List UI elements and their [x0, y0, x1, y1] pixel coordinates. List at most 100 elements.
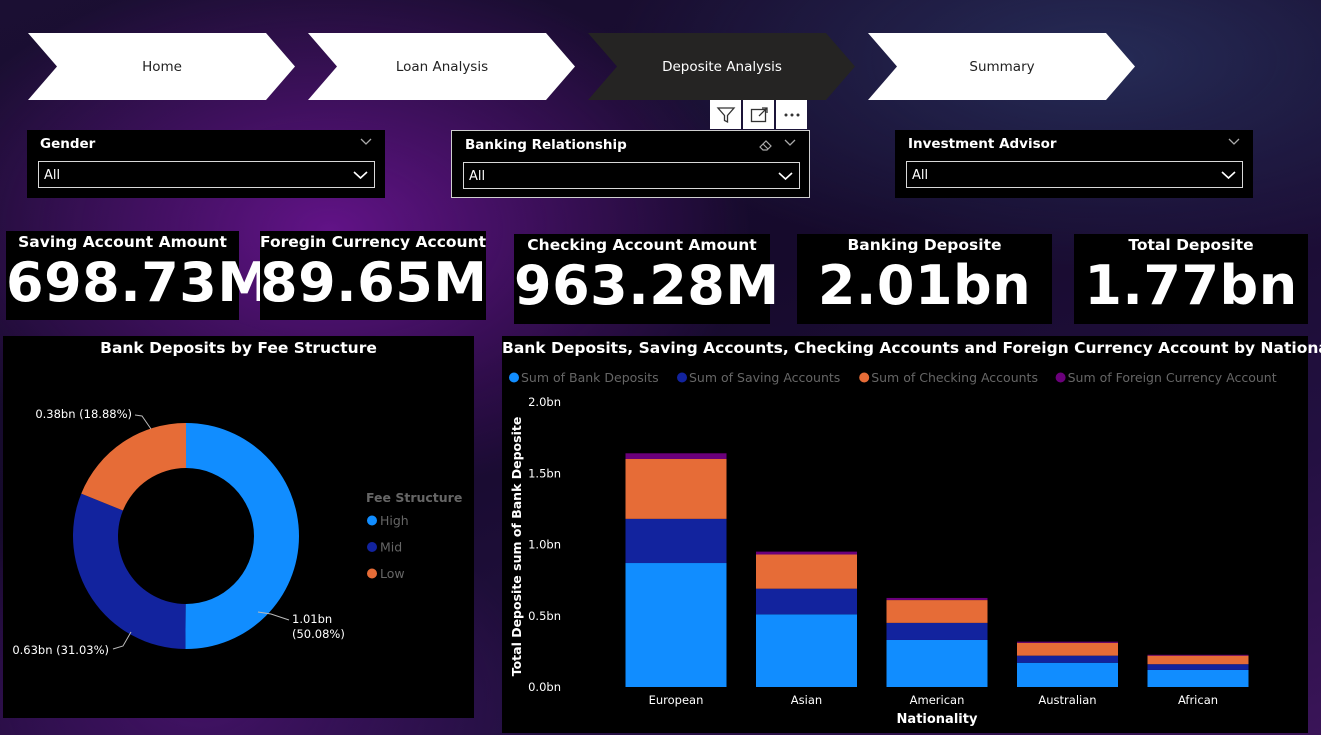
- nav-label-deposite-analysis: Deposite Analysis: [662, 58, 782, 75]
- bar-segment-american[interactable]: [886, 622, 988, 640]
- kpi-value: 1.77bn: [1084, 254, 1298, 317]
- bar-segment-african[interactable]: [1147, 664, 1249, 670]
- donut-data-label: 1.01bn (50.08%): [292, 612, 345, 641]
- more-options-icon[interactable]: [776, 100, 807, 129]
- banking-deposite-card[interactable]: Banking Deposite 2.01bn: [797, 234, 1052, 324]
- legend-item-low[interactable]: Low: [380, 566, 405, 581]
- donut-leader-line: [134, 414, 152, 430]
- foreign-currency-account-card[interactable]: Foregin Currency Account 89.65M: [260, 231, 488, 320]
- bar-segment-asian[interactable]: [756, 554, 857, 589]
- nav-loan-analysis-button[interactable]: Loan Analysis: [308, 33, 576, 100]
- x-tick-label: Asian: [791, 693, 822, 707]
- investment-advisor-dropdown[interactable]: All: [906, 161, 1243, 188]
- investment-advisor-slicer-title: Investment Advisor: [908, 136, 1057, 152]
- filter-icon[interactable]: [710, 100, 741, 129]
- bar-legend-item[interactable]: Sum of Bank Deposits: [521, 370, 659, 385]
- kpi-value: 698.73M: [6, 251, 272, 314]
- y-tick-label: 1.5bn: [528, 466, 561, 480]
- bar-segment-american[interactable]: [886, 600, 988, 623]
- donut-chart: 1.01bn (50.08%) 0.63bn (31.03%) 0.38bn (18.…: [12, 407, 462, 657]
- nav-summary-button[interactable]: Summary: [868, 33, 1136, 100]
- fee-structure-donut-panel[interactable]: Bank Deposits by Fee Structure 1.01bn (50…: [3, 336, 474, 718]
- chevron-down-icon: [353, 171, 368, 180]
- chevron-down-icon[interactable]: [1228, 137, 1240, 147]
- bar-segment-asian[interactable]: [756, 614, 857, 687]
- kpi-title: Saving Account Amount: [18, 233, 227, 251]
- donut-leader-line: [112, 631, 132, 650]
- x-tick-label: African: [1178, 693, 1218, 707]
- bar-segment-american[interactable]: [886, 597, 988, 601]
- chevron-down-icon: [1221, 171, 1236, 180]
- bar-segment-african[interactable]: [1147, 654, 1249, 656]
- donut-slice-low[interactable]: [81, 423, 186, 511]
- nationality-bar-chart-panel[interactable]: Bank Deposits, Saving Accounts, Checking…: [502, 336, 1321, 733]
- y-tick-label: 1.0bn: [528, 538, 561, 552]
- clear-selections-icon[interactable]: [758, 138, 774, 152]
- legend-marker-mid: [367, 542, 377, 552]
- legend-marker-low: [367, 568, 377, 579]
- legend-item-mid[interactable]: Mid: [380, 540, 402, 555]
- bar-segment-asian[interactable]: [756, 551, 857, 555]
- gender-slicer-title: Gender: [40, 136, 96, 152]
- banking-relationship-selected-value: All: [469, 169, 486, 184]
- kpi-title: Total Deposite: [1128, 236, 1254, 254]
- y-tick-label: 0.0bn: [528, 680, 561, 694]
- nav-deposite-analysis-button[interactable]: Deposite Analysis: [588, 33, 856, 100]
- stacked-bar-chart: Sum of Bank Deposits Sum of Saving Accoun…: [509, 370, 1277, 727]
- banking-relationship-dropdown[interactable]: All: [463, 162, 800, 189]
- x-axis-label: Nationality: [897, 712, 978, 727]
- bar-segment-european[interactable]: [625, 453, 727, 459]
- chevron-down-icon[interactable]: [360, 137, 372, 147]
- banking-relationship-slicer: Banking Relationship All: [451, 130, 810, 198]
- nav-home-button[interactable]: Home: [28, 33, 296, 100]
- bar-legend-item[interactable]: Sum of Saving Accounts: [689, 370, 840, 385]
- y-axis-label: Total Deposite sum of Bank Deposite: [509, 417, 524, 677]
- kpi-value: 89.65M: [260, 251, 488, 314]
- investment-advisor-selected-value: All: [912, 168, 929, 183]
- total-deposite-card[interactable]: Total Deposite 1.77bn: [1074, 234, 1308, 324]
- bar-segment-australian[interactable]: [1017, 662, 1118, 687]
- x-tick-label: European: [649, 693, 704, 707]
- x-tick-label: American: [910, 693, 965, 707]
- focus-mode-icon[interactable]: [743, 100, 774, 129]
- bar-segment-australian[interactable]: [1017, 642, 1118, 656]
- donut-data-label: 0.38bn (18.88%): [35, 407, 132, 421]
- donut-data-label: 0.63bn (31.03%): [12, 643, 109, 657]
- page-navigation: Home Loan Analysis Deposite Analysis Sum…: [28, 33, 1148, 100]
- checking-account-amount-card[interactable]: Checking Account Amount 963.28M: [514, 234, 780, 324]
- bar-legend-marker: [677, 372, 687, 383]
- chevron-down-icon[interactable]: [784, 138, 796, 148]
- gender-slicer: Gender All: [27, 130, 385, 198]
- kpi-title: Checking Account Amount: [527, 236, 757, 254]
- bar-legend-item[interactable]: Sum of Foreign Currency Account: [1068, 370, 1277, 385]
- bar-segment-australian[interactable]: [1017, 655, 1118, 663]
- chevron-down-icon: [778, 172, 793, 181]
- kpi-value: 963.28M: [514, 254, 780, 317]
- kpi-title: Banking Deposite: [847, 236, 1002, 254]
- bar-segment-asian[interactable]: [756, 588, 857, 615]
- kpi-value: 2.01bn: [817, 254, 1032, 317]
- bar-segment-american[interactable]: [886, 639, 988, 687]
- donut-slice-high[interactable]: [185, 423, 300, 649]
- investment-advisor-slicer: Investment Advisor All: [895, 130, 1253, 198]
- bar-segment-european[interactable]: [625, 518, 727, 564]
- bar-legend-marker: [509, 372, 519, 383]
- gender-dropdown[interactable]: All: [38, 161, 375, 188]
- saving-account-amount-card[interactable]: Saving Account Amount 698.73M: [6, 231, 272, 320]
- gender-selected-value: All: [44, 168, 61, 183]
- bar-legend-marker: [1055, 372, 1066, 383]
- bar-segment-european[interactable]: [625, 459, 727, 519]
- banking-relationship-slicer-title: Banking Relationship: [465, 137, 627, 153]
- bar-segment-european[interactable]: [625, 563, 727, 687]
- bar-segment-australian[interactable]: [1017, 641, 1118, 643]
- bar-legend-item[interactable]: Sum of Checking Accounts: [871, 370, 1038, 385]
- nav-label-home: Home: [142, 58, 182, 75]
- bar-segment-african[interactable]: [1147, 669, 1249, 687]
- y-tick-label: 0.5bn: [528, 609, 561, 623]
- bar-segment-african[interactable]: [1147, 655, 1249, 665]
- legend-marker-high: [367, 515, 377, 526]
- donut-slice-mid[interactable]: [73, 493, 186, 649]
- legend-item-high[interactable]: High: [380, 513, 409, 528]
- nav-label-summary: Summary: [969, 58, 1035, 75]
- kpi-title: Foregin Currency Account: [260, 233, 487, 251]
